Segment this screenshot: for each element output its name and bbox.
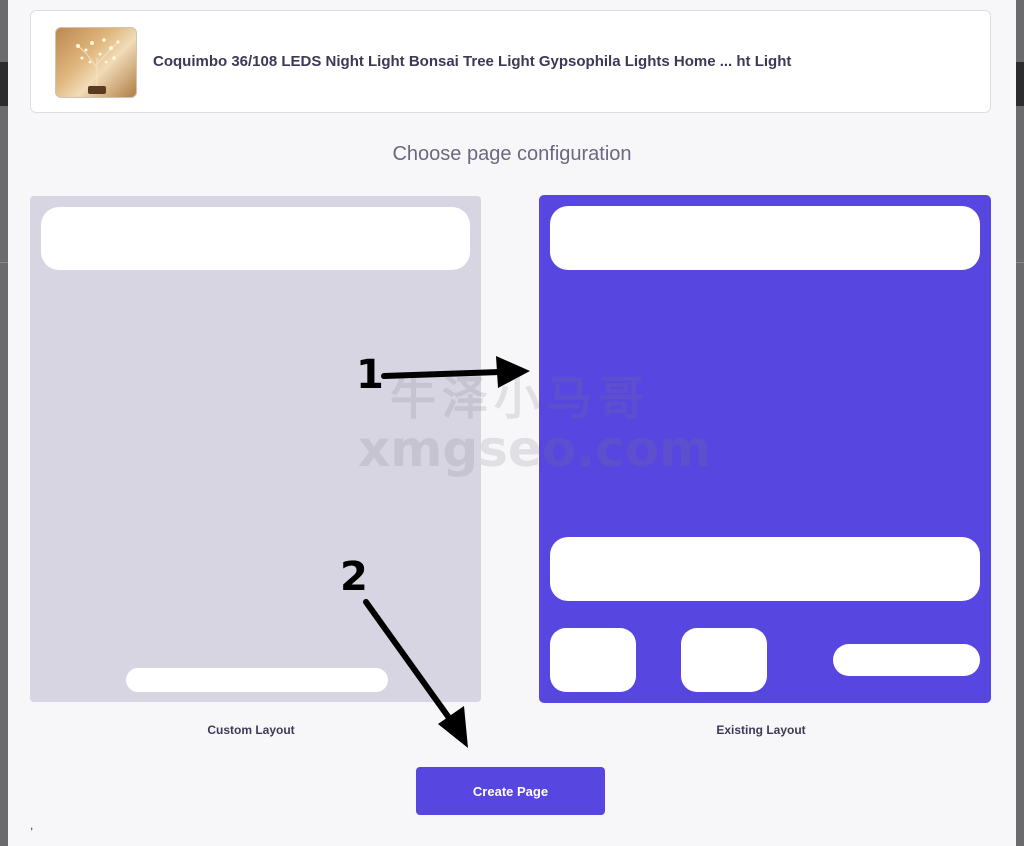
product-thumbnail: [55, 27, 137, 98]
product-title: Coquimbo 36/108 LEDS Night Light Bonsai …: [153, 53, 792, 70]
stray-comma: ,: [30, 818, 34, 832]
create-page-modal: Coquimbo 36/108 LEDS Night Light Bonsai …: [8, 0, 1016, 846]
section-heading: Choose page configuration: [392, 143, 632, 165]
annotation-step-2: 2: [340, 554, 368, 600]
layout-preview-pill: [833, 644, 980, 676]
layout-preview-header-block: [550, 206, 980, 270]
product-photo-icon: [56, 28, 136, 97]
create-page-button[interactable]: Create Page: [416, 767, 605, 815]
backdrop-bar-right: [1016, 62, 1024, 106]
layout-preview-content-block: [550, 537, 980, 601]
backdrop-divider-left: [0, 262, 8, 263]
layout-preview-tile: [681, 628, 767, 692]
product-card: Coquimbo 36/108 LEDS Night Light Bonsai …: [30, 10, 991, 113]
existing-layout-option[interactable]: [540, 196, 990, 702]
layout-preview-footer-bar: [126, 668, 388, 692]
backdrop-bar-left: [0, 62, 8, 106]
custom-layout-option[interactable]: [30, 196, 481, 702]
layout-preview-header-block: [41, 207, 470, 270]
backdrop-divider-right: [1016, 262, 1024, 263]
annotation-step-1: 1: [356, 352, 384, 398]
existing-layout-label: Existing Layout: [716, 723, 806, 737]
custom-layout-label: Custom Layout: [207, 723, 295, 737]
layout-preview-tile: [550, 628, 636, 692]
